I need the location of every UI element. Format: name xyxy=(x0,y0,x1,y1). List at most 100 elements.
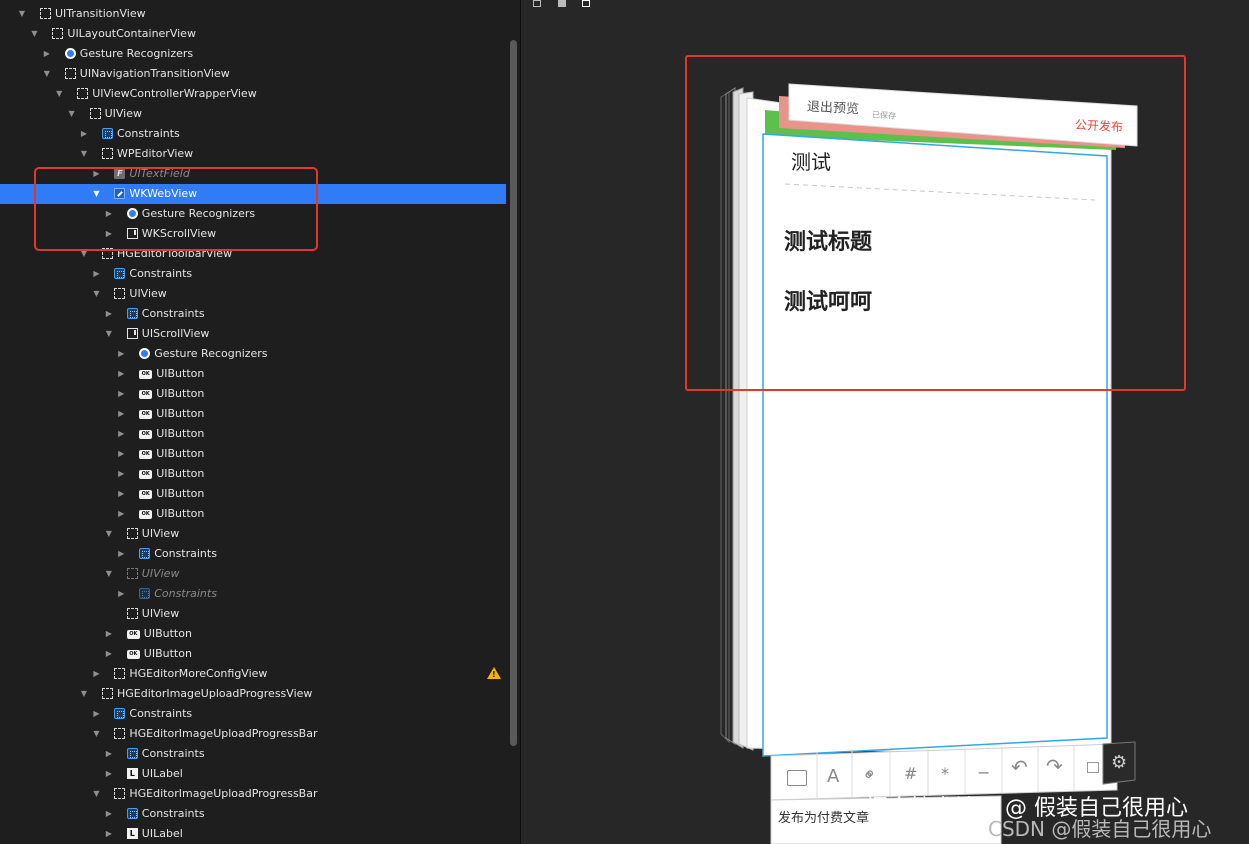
hierarchy-row[interactable]: ▶ OK UIButton xyxy=(0,404,506,424)
disclosure-collapsed-icon[interactable]: ▶ xyxy=(116,424,126,444)
redo-icon[interactable]: ↷ xyxy=(1046,754,1063,778)
text-format-icon[interactable]: A xyxy=(827,766,839,787)
disclosure-collapsed-icon[interactable]: ▶ xyxy=(79,124,89,144)
hierarchy-row[interactable]: ▼ HGEditorImageUploadProgressBar xyxy=(0,784,506,804)
disclosure-collapsed-icon[interactable]: ▶ xyxy=(116,544,126,564)
hierarchy-row[interactable]: ▶ OK UIButton xyxy=(0,364,506,384)
disclosure-expanded-icon[interactable]: ▼ xyxy=(104,324,114,344)
disclosure-expanded-icon[interactable]: ▼ xyxy=(104,564,114,584)
divider-icon[interactable]: − xyxy=(977,763,990,782)
disclosure-expanded-icon[interactable]: ▼ xyxy=(104,524,114,544)
highlight-box-preview xyxy=(685,55,1186,391)
disclosure-collapsed-icon[interactable]: ▶ xyxy=(104,644,114,664)
hierarchy-row-label: UIButton xyxy=(156,427,205,440)
disclosure-collapsed-icon[interactable]: ▶ xyxy=(42,44,52,64)
navigator-scrollbar[interactable] xyxy=(510,40,517,746)
star-icon[interactable]: * xyxy=(941,764,949,783)
image-icon[interactable] xyxy=(787,770,807,786)
hierarchy-row-label: UIScrollView xyxy=(141,327,210,340)
disclosure-collapsed-icon[interactable]: ▶ xyxy=(104,304,114,324)
disclosure-collapsed-icon[interactable]: ▶ xyxy=(116,364,126,384)
hierarchy-row[interactable]: ▶ Constraints xyxy=(0,304,506,324)
hierarchy-row[interactable]: ▶ L UILabel xyxy=(0,764,506,784)
hierarchy-row[interactable]: ▶ L UILabel xyxy=(0,824,506,844)
hierarchy-row-label: HGEditorImageUploadProgressBar xyxy=(129,727,318,740)
button-icon: OK xyxy=(139,490,153,499)
hierarchy-row[interactable]: ▼ UIView xyxy=(0,284,506,304)
disclosure-expanded-icon[interactable]: ▼ xyxy=(42,64,52,84)
label-icon: L xyxy=(126,828,138,839)
disclosure-expanded-icon[interactable]: ▼ xyxy=(17,4,27,24)
disclosure-collapsed-icon[interactable]: ▶ xyxy=(91,664,101,684)
hierarchy-row[interactable]: ▶ HGEditorMoreConfigView xyxy=(0,664,506,684)
hierarchy-row[interactable]: ▶ OK UIButton xyxy=(0,504,506,524)
hierarchy-row[interactable]: ▼ UIScrollView xyxy=(0,324,506,344)
hierarchy-row[interactable]: ▶ OK UIButton xyxy=(0,384,506,404)
watermark-csdn: CSDN @假装自己很用心 xyxy=(988,817,1212,841)
hierarchy-row[interactable]: ▶ OK UIButton xyxy=(0,464,506,484)
hierarchy-row[interactable]: ▶ Constraints xyxy=(0,124,506,144)
hierarchy-row[interactable]: ▶ Gesture Recognizers xyxy=(0,44,506,64)
hierarchy-row[interactable]: ▶ Gesture Recognizers xyxy=(0,344,506,364)
hierarchy-row[interactable]: ▶ Constraints xyxy=(0,704,506,724)
hierarchy-row[interactable]: ▶ Constraints xyxy=(0,744,506,764)
undo-icon[interactable]: ↶ xyxy=(1011,755,1028,779)
disclosure-expanded-icon[interactable]: ▼ xyxy=(91,724,101,744)
disclosure-collapsed-icon[interactable]: ▶ xyxy=(116,444,126,464)
disclosure-expanded-icon[interactable]: ▼ xyxy=(29,24,39,44)
hashtag-icon[interactable]: # xyxy=(904,764,917,783)
disclosure-collapsed-icon[interactable]: ▶ xyxy=(116,484,126,504)
button-icon: OK xyxy=(139,370,153,379)
disclosure-collapsed-icon[interactable]: ▶ xyxy=(116,584,126,604)
hierarchy-row[interactable]: ▼ UINavigationTransitionView xyxy=(0,64,506,84)
hierarchy-row[interactable]: ▶ OK UIButton xyxy=(0,444,506,464)
hierarchy-row[interactable]: ▶ Constraints xyxy=(0,804,506,824)
disclosure-expanded-icon[interactable]: ▼ xyxy=(91,784,101,804)
button-icon: OK xyxy=(139,510,153,519)
disclosure-expanded-icon[interactable]: ▼ xyxy=(67,104,77,124)
hierarchy-row[interactable]: ▶ OK UIButton xyxy=(0,624,506,644)
view-icon xyxy=(114,288,126,299)
hierarchy-row[interactable]: ▼ HGEditorImageUploadProgressView xyxy=(0,684,506,704)
disclosure-collapsed-icon[interactable]: ▶ xyxy=(104,824,114,844)
hierarchy-row[interactable]: ▶ Constraints xyxy=(0,584,506,604)
hierarchy-row[interactable]: ▶ OK UIButton xyxy=(0,484,506,504)
disclosure-collapsed-icon[interactable]: ▶ xyxy=(104,764,114,784)
disclosure-expanded-icon[interactable]: ▼ xyxy=(54,84,64,104)
hierarchy-row[interactable]: ▼ UILayoutContainerView xyxy=(0,24,506,44)
hierarchy-row[interactable]: ▼ UIView xyxy=(0,524,506,544)
disclosure-collapsed-icon[interactable]: ▶ xyxy=(104,624,114,644)
hierarchy-row[interactable]: ▶ Constraints xyxy=(0,264,506,284)
hierarchy-row[interactable]: ▼ UIView xyxy=(0,104,506,124)
disclosure-collapsed-icon[interactable]: ▶ xyxy=(116,464,126,484)
hierarchy-row[interactable]: ▼ WPEditorView xyxy=(0,144,506,164)
disclosure-expanded-icon[interactable]: ▼ xyxy=(91,284,101,304)
disclosure-collapsed-icon[interactable]: ▶ xyxy=(116,404,126,424)
hierarchy-row[interactable]: ▶ Constraints xyxy=(0,544,506,564)
constraints-icon xyxy=(139,588,151,599)
hierarchy-row[interactable]: ▶ OK UIButton xyxy=(0,424,506,444)
warning-icon[interactable]: ! xyxy=(487,667,501,679)
disclosure-collapsed-icon[interactable]: ▶ xyxy=(116,344,126,364)
hierarchy-row[interactable]: ▼ HGEditorImageUploadProgressBar xyxy=(0,724,506,744)
constraints-icon xyxy=(114,708,126,719)
disclosure-collapsed-icon[interactable]: ▶ xyxy=(116,384,126,404)
hierarchy-row[interactable]: ▼ UITransitionView xyxy=(0,4,506,24)
constraints-icon xyxy=(139,548,151,559)
paid-article-label[interactable]: 发布为付费文章 xyxy=(778,807,869,826)
disclosure-expanded-icon[interactable]: ▼ xyxy=(79,144,89,164)
disclosure-expanded-icon[interactable]: ▼ xyxy=(79,684,89,704)
hierarchy-row[interactable]: ▼ UIViewControllerWrapperView xyxy=(0,84,506,104)
hierarchy-row[interactable]: UIView xyxy=(0,604,506,624)
disclosure-collapsed-icon[interactable]: ▶ xyxy=(116,504,126,524)
hierarchy-row-label: UILabel xyxy=(141,827,183,840)
gear-icon[interactable]: ⚙ xyxy=(1111,752,1127,773)
disclosure-collapsed-icon[interactable]: ▶ xyxy=(104,804,114,824)
hierarchy-row[interactable]: ▼ UIView xyxy=(0,564,506,584)
disclosure-collapsed-icon[interactable]: ▶ xyxy=(91,264,101,284)
disclosure-collapsed-icon[interactable]: ▶ xyxy=(91,704,101,724)
view-icon xyxy=(77,88,89,99)
keyboard-icon[interactable] xyxy=(1087,762,1099,773)
hierarchy-row[interactable]: ▶ OK UIButton xyxy=(0,644,506,664)
disclosure-collapsed-icon[interactable]: ▶ xyxy=(104,744,114,764)
